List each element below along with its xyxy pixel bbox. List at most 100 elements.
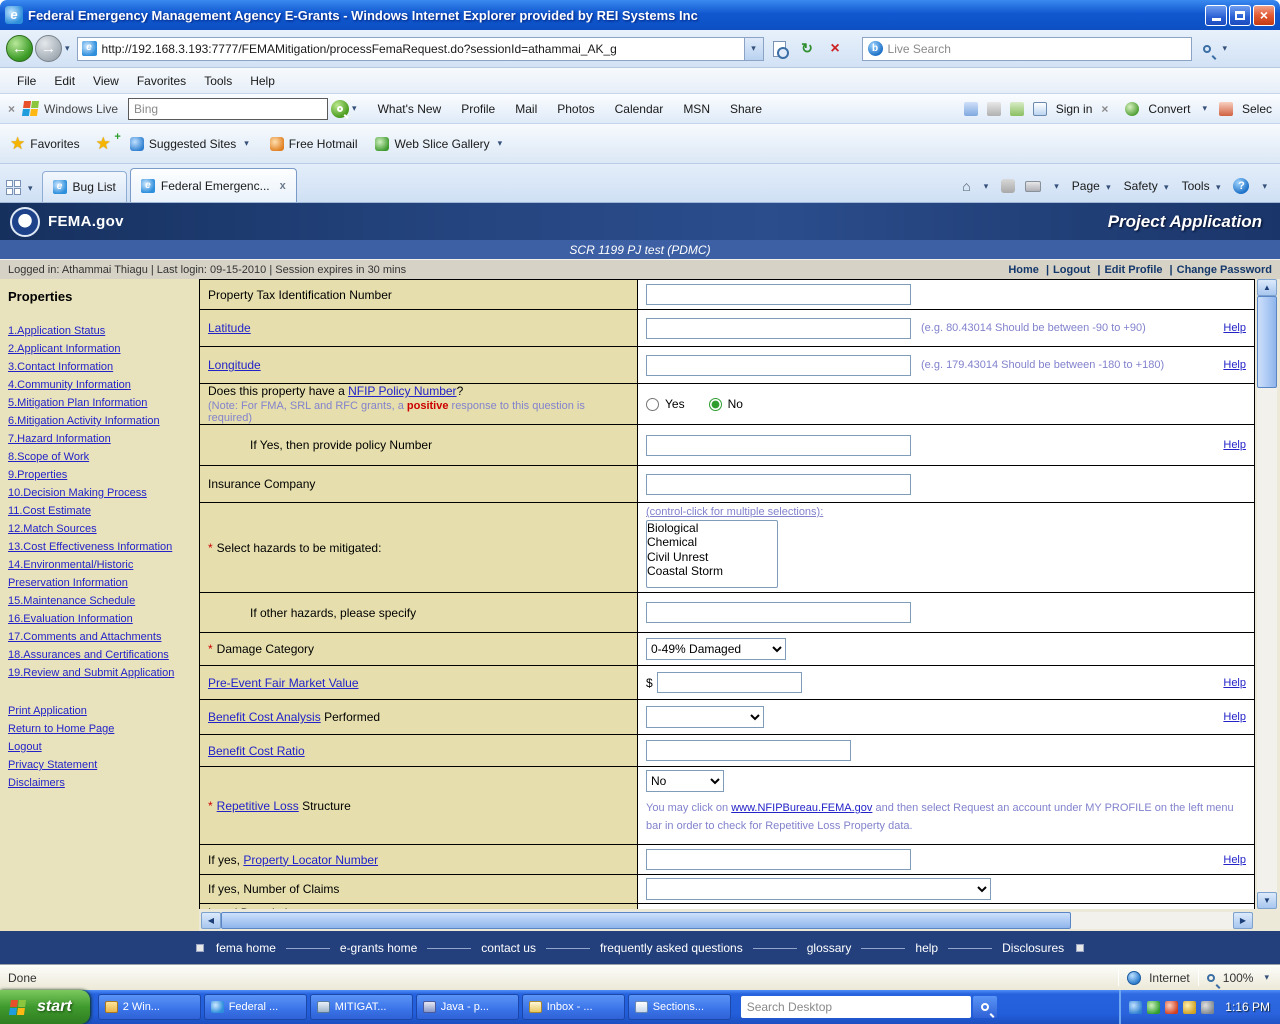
session-link[interactable]: Logout xyxy=(1053,264,1104,276)
sidebar-action-link[interactable]: Privacy Statement xyxy=(8,756,191,774)
pre-event-value-input[interactable] xyxy=(657,672,802,693)
live-search-box[interactable]: b xyxy=(862,37,1192,61)
tab-federal-emergency[interactable]: e Federal Emergenc... x xyxy=(130,168,297,202)
back-button[interactable]: ← xyxy=(6,35,33,62)
sidebar-item[interactable]: 4.Community Information xyxy=(8,376,191,394)
help-link[interactable]: Help xyxy=(1223,854,1246,866)
toolbar-close-icon[interactable]: × xyxy=(8,102,15,116)
latitude-input[interactable] xyxy=(646,318,911,339)
add-favorite-icon[interactable]: ★+ xyxy=(96,134,116,154)
live-toolbar-link[interactable]: Photos xyxy=(557,102,594,116)
home-icon[interactable]: ⌂ xyxy=(962,178,970,194)
tools-menu-button[interactable]: Tools ▾ xyxy=(1182,179,1224,193)
live-toolbar-link[interactable]: MSN xyxy=(683,102,710,116)
history-dropdown-icon[interactable]: ▾ xyxy=(65,43,70,54)
menu-item[interactable]: Favorites xyxy=(128,71,195,91)
scroll-up-icon[interactable]: ▲ xyxy=(1257,279,1277,296)
hazards-multiselect[interactable]: BiologicalChemicalCivil UnrestCoastal St… xyxy=(646,520,778,588)
benefit-cost-ratio-input[interactable] xyxy=(646,740,851,761)
live-toolbar-link[interactable]: Share xyxy=(730,102,762,116)
sidebar-item[interactable]: 15.Maintenance Schedule xyxy=(8,592,191,610)
live-toolbar-link[interactable]: What's New xyxy=(378,102,442,116)
footer-link[interactable]: Disclosures xyxy=(1002,941,1064,955)
sidebar-action-link[interactable]: Logout xyxy=(8,738,191,756)
footer-link[interactable]: glossary xyxy=(807,941,916,955)
tab-bug-list[interactable]: e Bug List xyxy=(42,171,127,202)
taskbar-item-mitigation[interactable]: MITIGAT... xyxy=(310,994,413,1020)
longitude-input[interactable] xyxy=(646,355,911,376)
favorites-item-web-slice-gallery[interactable]: Web Slice Gallery ▾ xyxy=(375,137,505,151)
sidebar-item[interactable]: 11.Cost Estimate xyxy=(8,502,191,520)
sidebar-item[interactable]: 10.Decision Making Process xyxy=(8,484,191,502)
benefit-cost-ratio-link[interactable]: Benefit Cost Ratio xyxy=(208,744,305,758)
property-locator-input[interactable] xyxy=(646,849,911,870)
tray-volume-icon[interactable] xyxy=(1183,1001,1196,1014)
sidebar-item[interactable]: 14.Environmental/Historic Preservation I… xyxy=(8,556,191,592)
benefit-cost-analysis-link[interactable]: Benefit Cost Analysis xyxy=(208,710,321,724)
toolbar-item-close-icon[interactable]: × xyxy=(1101,102,1108,116)
help-icon[interactable]: ? xyxy=(1233,178,1249,194)
select-button[interactable]: Selec xyxy=(1242,102,1272,116)
print-dropdown-icon[interactable]: ▾ xyxy=(1054,181,1059,192)
help-link[interactable]: Help xyxy=(1223,439,1246,451)
taskbar-item-explorer[interactable]: 2 Win... xyxy=(98,994,201,1020)
home-dropdown-icon[interactable]: ▾ xyxy=(984,181,989,192)
favorites-star-icon[interactable]: ★ xyxy=(10,134,25,154)
quick-tabs-button[interactable]: ▾ xyxy=(6,180,36,196)
sidebar-item[interactable]: 2.Applicant Information xyxy=(8,340,191,358)
footer-link[interactable]: help xyxy=(915,941,1002,955)
search-options-icon[interactable]: ▾ xyxy=(1223,43,1228,54)
sidebar-item[interactable]: 1.Application Status xyxy=(8,322,191,340)
repetitive-loss-link[interactable]: Repetitive Loss xyxy=(217,799,299,813)
live-toolbar-link[interactable]: Calendar xyxy=(615,102,664,116)
nfip-no-radio[interactable] xyxy=(709,398,722,411)
scroll-down-icon[interactable]: ▼ xyxy=(1257,892,1277,909)
page-menu-button[interactable]: Page ▾ xyxy=(1072,179,1114,193)
tray-alert-icon[interactable] xyxy=(1165,1001,1178,1014)
taskbar-item-java[interactable]: Java - p... xyxy=(416,994,519,1020)
help-link[interactable]: Help xyxy=(1223,322,1246,334)
start-button[interactable]: start xyxy=(0,990,90,1024)
horizontal-scroll-thumb[interactable] xyxy=(221,912,1071,929)
sidebar-item[interactable]: 12.Match Sources xyxy=(8,520,191,538)
convert-dropdown-icon[interactable]: ▾ xyxy=(1202,103,1207,114)
zoom-level[interactable]: 100% xyxy=(1223,971,1254,985)
live-toolbar-link[interactable]: Mail xyxy=(515,102,537,116)
sidebar-item[interactable]: 7.Hazard Information xyxy=(8,430,191,448)
bing-go-button[interactable] xyxy=(331,100,349,118)
footer-link[interactable]: contact us xyxy=(481,941,600,955)
bing-search-input[interactable] xyxy=(134,102,322,116)
vertical-scrollbar[interactable]: ▲ ▼ xyxy=(1255,279,1280,931)
url-input[interactable] xyxy=(102,42,740,56)
desktop-search-go-button[interactable] xyxy=(973,996,997,1018)
property-tax-input[interactable] xyxy=(646,284,911,305)
policy-number-input[interactable] xyxy=(646,435,911,456)
taskbar-item-ie[interactable]: Federal ... xyxy=(204,994,307,1020)
tray-network-icon[interactable] xyxy=(1129,1001,1142,1014)
live-toolbar-link[interactable]: Profile xyxy=(461,102,495,116)
grid-icon[interactable] xyxy=(987,102,1001,116)
footer-link[interactable]: e-grants home xyxy=(340,941,481,955)
sidebar-item[interactable]: 17.Comments and Attachments xyxy=(8,628,191,646)
favorites-item-free-hotmail[interactable]: Free Hotmail xyxy=(270,137,358,151)
vertical-scroll-thumb[interactable] xyxy=(1257,296,1277,388)
sidebar-item[interactable]: 13.Cost Effectiveness Information xyxy=(8,538,191,556)
desktop-search-input[interactable] xyxy=(747,1000,965,1014)
longitude-link[interactable]: Longitude xyxy=(208,358,261,372)
minimize-button[interactable] xyxy=(1205,5,1227,26)
close-button[interactable]: × xyxy=(1253,5,1275,26)
convert-button[interactable]: Convert xyxy=(1148,102,1190,116)
stop-button[interactable]: × xyxy=(823,37,848,61)
session-link[interactable]: Change Password xyxy=(1177,264,1272,276)
sidebar-item[interactable]: 5.Mitigation Plan Information xyxy=(8,394,191,412)
nfip-bureau-link[interactable]: www.NFIPBureau.FEMA.gov xyxy=(731,802,872,814)
menu-item[interactable]: File xyxy=(8,71,45,91)
tray-shield-icon[interactable] xyxy=(1147,1001,1160,1014)
sidebar-item[interactable]: 16.Evaluation Information xyxy=(8,610,191,628)
bing-options-icon[interactable]: ▾ xyxy=(352,103,357,114)
compatibility-view-icon[interactable] xyxy=(767,37,792,61)
restore-button[interactable] xyxy=(1229,5,1251,26)
help-link[interactable]: Help xyxy=(1223,677,1246,689)
menu-item[interactable]: Help xyxy=(241,71,284,91)
search-go-icon[interactable] xyxy=(1195,37,1220,61)
